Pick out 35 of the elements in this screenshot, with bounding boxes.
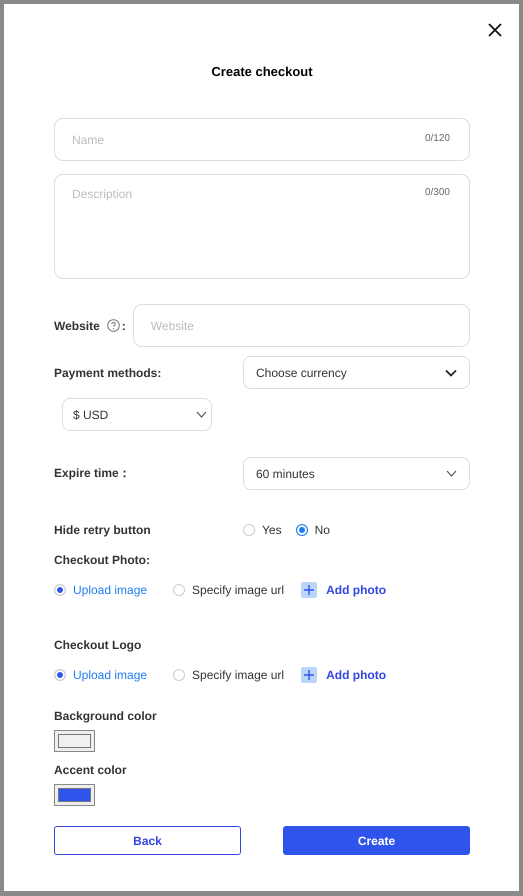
color-label: Accent color	[54, 763, 128, 777]
plus-icon	[301, 667, 318, 683]
radio-option[interactable]: Specify image url	[173, 668, 284, 682]
section-label: Checkout Logo	[54, 638, 142, 652]
add-photo-button[interactable]: Add photo	[301, 667, 386, 683]
dialog-title: Create checkout	[211, 63, 313, 81]
close-icon[interactable]	[486, 21, 504, 39]
section-label: Checkout Photo:	[54, 553, 151, 567]
create-button[interactable]: Create	[283, 826, 470, 855]
back-button[interactable]: Back	[54, 826, 241, 855]
plus-icon	[301, 582, 318, 598]
currency-dropdown[interactable]: Choose currency	[243, 356, 470, 389]
color-label: Background color	[54, 709, 158, 723]
color-swatch[interactable]	[54, 730, 95, 752]
radio-option[interactable]: Upload image	[54, 583, 148, 597]
chevron-down-icon	[446, 470, 457, 477]
expire-time-label: Expire time：	[54, 465, 131, 482]
expire-time-select[interactable]: 60 minutes	[243, 457, 470, 490]
add-photo-button[interactable]: Add photo	[301, 582, 386, 598]
chevron-down-icon	[445, 368, 457, 376]
currency-select[interactable]: $ USD	[62, 398, 212, 431]
colon-label: :	[122, 318, 126, 332]
color-swatch[interactable]	[54, 784, 95, 806]
website-field[interactable]: Website	[132, 304, 470, 347]
radio-option[interactable]: Upload image	[54, 668, 148, 682]
hide-retry-label: Hide retry button	[54, 523, 152, 537]
radio-option[interactable]: No	[296, 523, 330, 537]
character-counter: 0/120	[424, 133, 450, 145]
radio-option[interactable]: Yes	[243, 523, 282, 537]
help-icon[interactable]	[106, 319, 120, 332]
chevron-down-icon	[196, 411, 207, 418]
radio-option[interactable]: Specify image url	[173, 583, 284, 597]
payment-methods-label: Payment methods:	[54, 366, 162, 380]
website-label: Website	[54, 318, 100, 332]
character-counter: 0/300	[424, 187, 450, 199]
